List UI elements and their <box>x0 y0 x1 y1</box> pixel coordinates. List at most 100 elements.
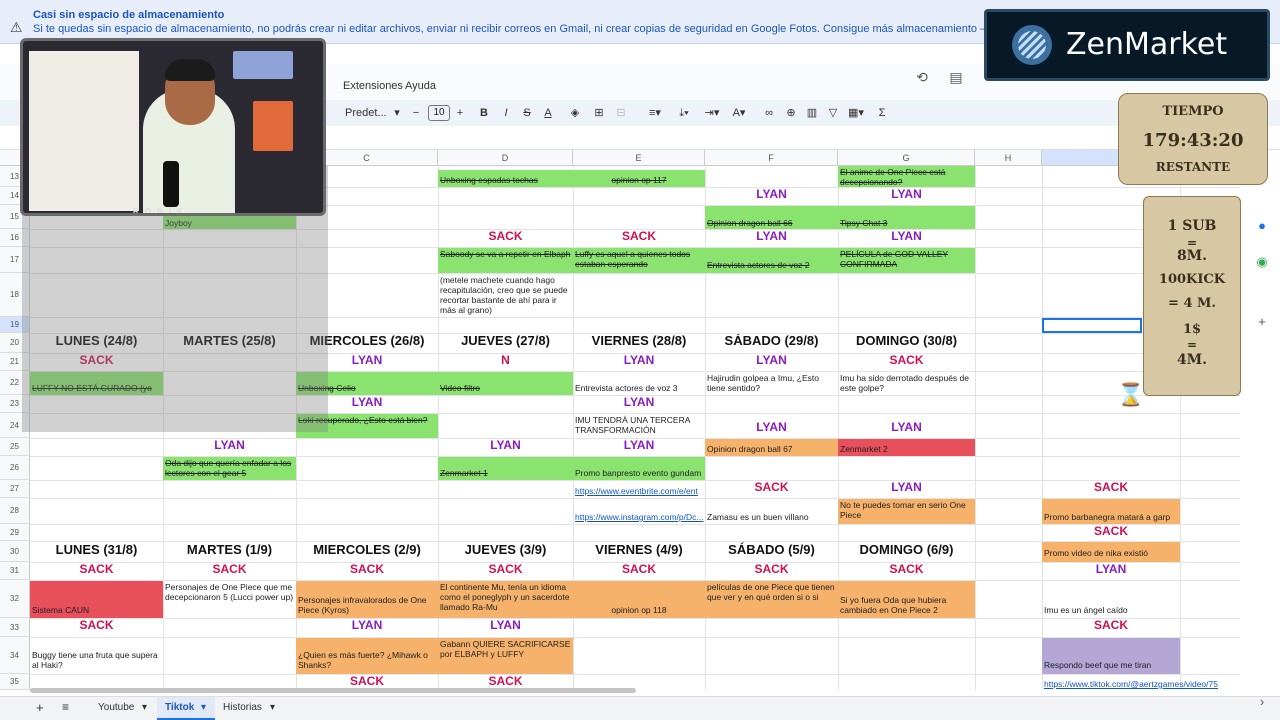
cell-lyan[interactable]: LYAN <box>438 619 573 637</box>
selected-cell[interactable] <box>1042 318 1142 333</box>
day-header[interactable]: DOMINGO (6/9) <box>838 542 975 562</box>
menu-help[interactable]: Ayuda <box>405 80 436 92</box>
cell[interactable]: Promo banpresto evento gundam <box>573 457 705 480</box>
tab-tiktok[interactable]: Tiktok <box>165 702 194 713</box>
cell[interactable]: opinion op 117 <box>573 170 705 187</box>
row-header[interactable]: 27 <box>0 480 30 498</box>
cell-sack[interactable]: SACK <box>438 230 573 247</box>
cell[interactable]: Imu es un ángel caído <box>1042 581 1180 618</box>
day-header[interactable]: DOMINGO (30/8) <box>838 334 975 353</box>
cell[interactable]: Opinion dragon ball 66 <box>705 206 838 229</box>
tasks-icon[interactable]: ● <box>1254 218 1270 234</box>
cell[interactable]: Video filtro <box>438 372 573 395</box>
tab-historias[interactable]: Historias <box>223 702 262 713</box>
column-header-h[interactable]: H <box>975 150 1042 166</box>
cell[interactable]: Si yo fuera Oda que hubiera cambiado en … <box>838 581 975 618</box>
cell-sack[interactable]: SACK <box>1042 619 1180 637</box>
cell-sack[interactable]: SACK <box>438 563 573 580</box>
chevron-down-icon[interactable]: ▾ <box>201 702 206 713</box>
filter-views-icon[interactable]: ▦▾ <box>846 106 866 120</box>
day-header[interactable]: JUEVES (27/8) <box>438 334 573 353</box>
tab-youtube[interactable]: Youtube <box>98 702 134 713</box>
cell[interactable]: PELÍCULA de GOD VALLEY CONFIRMADA <box>838 248 975 273</box>
cell-link[interactable]: https://www.eventbrite.com/e/ent <box>573 485 705 498</box>
cell-sack[interactable]: SACK <box>838 354 975 371</box>
cell[interactable]: IMU TENDRÁ UNA TERCERA TRANSFORMACIÓN <box>573 414 705 438</box>
cell[interactable]: ¿Quien es más fuerte? ¿Mihawk o Shanks? <box>296 638 438 674</box>
cell-sack[interactable]: SACK <box>1042 525 1180 541</box>
cell[interactable]: Sistema CAUN <box>30 581 163 618</box>
text-color-button[interactable]: A <box>541 106 555 120</box>
cell[interactable]: Unboxing espadas tochas <box>438 170 573 187</box>
cell[interactable]: Tipsy Chat 3 <box>838 206 975 229</box>
cell[interactable]: El anime de One Piece está decepcionando… <box>838 166 975 187</box>
all-sheets-icon[interactable]: ≡ <box>62 700 69 714</box>
cell[interactable]: El continente Mu, tenía un idioma como e… <box>438 581 573 618</box>
cell[interactable]: (metele machete cuando hago recapitulaci… <box>438 274 573 317</box>
row-header[interactable]: 29 <box>0 524 30 541</box>
wrap-icon[interactable]: ⇥▾ <box>703 106 721 120</box>
menu-extensions[interactable]: Extensiones <box>343 80 403 92</box>
cell-lyan[interactable]: LYAN <box>838 230 975 247</box>
row-header[interactable]: 31 <box>0 562 30 580</box>
cell[interactable]: Buggy tiene una fruta que supera al Haki… <box>30 638 163 674</box>
day-header[interactable]: SÁBADO (29/8) <box>705 334 838 353</box>
valign-icon[interactable]: ⤓▾ <box>675 106 693 120</box>
cell[interactable]: Luffy es aquel a quienes todos estaban e… <box>573 248 705 273</box>
explore-icon[interactable]: › <box>1254 694 1270 710</box>
cell-lyan[interactable]: LYAN <box>705 354 838 371</box>
row-header[interactable]: 30 <box>0 541 30 562</box>
fill-color-icon[interactable]: ◈ <box>568 106 582 120</box>
row-header[interactable]: 34 <box>0 637 30 674</box>
cell-n[interactable]: N <box>438 354 573 371</box>
day-header[interactable]: JUEVES (3/9) <box>438 542 573 562</box>
merge-icon[interactable]: ⊟ <box>614 106 628 120</box>
cell-lyan[interactable]: LYAN <box>838 188 975 205</box>
cell[interactable]: Entrevista actores de voz 2 <box>705 248 838 273</box>
cell-lyan[interactable]: LYAN <box>573 439 705 456</box>
cell-sack[interactable]: SACK <box>573 563 705 580</box>
cell-sack[interactable]: SACK <box>1042 481 1180 498</box>
cell-sack[interactable]: SACK <box>296 563 438 580</box>
chevron-down-icon[interactable]: ▾ <box>392 106 402 120</box>
cell[interactable]: Saboody se va a repetir en Elbaph <box>438 248 573 273</box>
day-header[interactable]: VIERNES (4/9) <box>573 542 705 562</box>
cell[interactable]: Promo video de nika existió <box>1042 542 1180 562</box>
font-size-input[interactable]: 10 <box>428 105 450 121</box>
cell-lyan[interactable]: LYAN <box>1042 563 1180 580</box>
horizontal-scrollbar[interactable] <box>30 688 636 693</box>
cell-sack[interactable]: SACK <box>573 230 705 247</box>
align-icon[interactable]: ≡▾ <box>646 106 664 120</box>
cell[interactable]: Zamasu es un buen villano <box>705 499 838 524</box>
cell-lyan[interactable]: LYAN <box>838 421 975 438</box>
cell[interactable]: Personajes de One Piece que me decepcion… <box>163 581 296 618</box>
column-header-d[interactable]: D <box>438 150 573 166</box>
day-header[interactable]: LUNES (31/8) <box>30 542 163 562</box>
day-header[interactable]: SÁBADO (5/9) <box>705 542 838 562</box>
column-header-f[interactable]: F <box>705 150 838 166</box>
font-select[interactable]: Predet... <box>345 106 399 120</box>
row-header[interactable]: 25 <box>0 438 30 456</box>
day-header[interactable]: MARTES (1/9) <box>163 542 296 562</box>
cell[interactable]: Respondo beef que me tiran <box>1042 638 1180 674</box>
row-header[interactable]: 26 <box>0 456 30 480</box>
add-comment-icon[interactable]: ⊕ <box>784 106 798 120</box>
cell-sack[interactable]: SACK <box>30 619 163 637</box>
banner-text[interactable]: Si te quedas sin espacio de almacenamien… <box>33 23 1138 35</box>
cell-sack[interactable]: SACK <box>163 563 296 580</box>
bold-button[interactable]: B <box>477 106 491 120</box>
comment-icon[interactable]: ▤ <box>947 68 965 86</box>
column-header-e[interactable]: E <box>573 150 705 166</box>
cell-lyan[interactable]: LYAN <box>573 354 705 371</box>
cell[interactable]: Zenmarket 2 <box>838 439 975 456</box>
cell-sack[interactable]: SACK <box>838 563 975 580</box>
row-header[interactable]: 32 <box>0 580 30 618</box>
add-sheet-icon[interactable]: + <box>36 700 44 715</box>
borders-icon[interactable]: ⊞ <box>592 106 606 120</box>
cell-sack[interactable]: SACK <box>705 481 838 498</box>
cell[interactable]: Zenmarket 1 <box>438 457 573 480</box>
link-icon[interactable]: ∞ <box>762 106 776 120</box>
cell-link[interactable]: https://www.tiktok.com/@aertzgames/video… <box>1042 678 1240 690</box>
cell[interactable]: Oda dijo que quería enfadar a los lector… <box>163 457 296 480</box>
history-icon[interactable]: ⟲ <box>913 68 931 86</box>
